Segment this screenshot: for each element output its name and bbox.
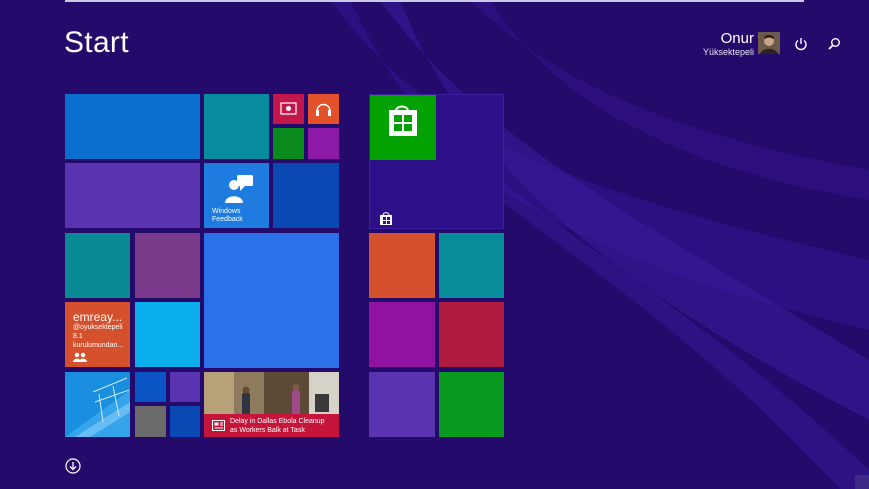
news-headline: Delay in Dallas Ebola Cleanup as Workers… [230, 417, 325, 435]
tile-mauve[interactable] [135, 233, 200, 298]
news-icon [212, 420, 225, 431]
search-icon[interactable] [826, 36, 842, 52]
people-line-2: 8.1 [73, 333, 83, 340]
video-icon [280, 102, 297, 115]
tile-video[interactable] [273, 94, 304, 124]
store-icon [389, 105, 417, 136]
tile-magenta[interactable] [369, 302, 435, 367]
tile-label-line1: Windows [212, 208, 241, 215]
tile-green[interactable] [439, 372, 504, 437]
people-contact-name: emreay... [73, 310, 123, 324]
tile-cyan[interactable] [135, 302, 200, 367]
desktop-wallpaper-image [65, 372, 130, 437]
scrollbar-corner[interactable] [855, 475, 869, 489]
people-icon [73, 352, 87, 362]
user-last-name[interactable]: Yüksektepeli [703, 47, 754, 57]
tile-crimson[interactable] [439, 302, 504, 367]
tile-teal-2[interactable] [65, 233, 130, 298]
tile-store-group[interactable] [369, 94, 504, 229]
top-scroll-indicator [65, 0, 804, 2]
tile-wide-purple[interactable] [65, 163, 200, 228]
tile-teal-3[interactable] [439, 233, 504, 298]
people-line-3: kurulumundan... [73, 342, 124, 349]
store-badge-icon [380, 212, 392, 225]
tile-news[interactable]: Delay in Dallas Ebola Cleanup as Workers… [204, 372, 339, 437]
tile-desktop[interactable] [65, 372, 130, 437]
tile-small-violet[interactable] [170, 372, 200, 402]
tile-small-gray[interactable] [135, 406, 166, 437]
user-avatar[interactable] [758, 32, 780, 54]
tile-label-line2: Feedback [212, 216, 243, 223]
tile-store[interactable] [370, 95, 436, 160]
tile-teal[interactable] [204, 94, 269, 159]
power-icon[interactable] [793, 36, 809, 52]
tile-small-blue[interactable] [135, 372, 166, 402]
news-caption: Delay in Dallas Ebola Cleanup as Workers… [204, 414, 339, 437]
news-headline-line2: as Workers Balk at Task [230, 427, 305, 434]
news-headline-line1: Delay in Dallas Ebola Cleanup [230, 418, 325, 425]
tile-small-purple[interactable] [308, 128, 339, 159]
tile-windows-feedback[interactable]: Windows Feedback [204, 163, 269, 228]
tile-wide-blue[interactable] [65, 94, 200, 159]
tile-dark-blue[interactable] [273, 163, 339, 228]
headphones-icon [316, 103, 331, 116]
tile-people[interactable]: emreay... @oyuksektepeli 8.1 kurulumunda… [65, 302, 130, 367]
tile-orange[interactable] [369, 233, 435, 298]
tile-small-green[interactable] [273, 128, 304, 159]
tile-large-blue[interactable] [204, 233, 339, 368]
tile-label-windows-feedback: Windows Feedback [212, 208, 243, 224]
user-first-name[interactable]: Onur [721, 30, 754, 47]
people-line-1: @oyuksektepeli [73, 324, 123, 331]
arrow-down-circle-icon[interactable] [65, 458, 81, 474]
tile-music[interactable] [308, 94, 339, 124]
tile-small-navy[interactable] [170, 406, 200, 437]
page-title: Start [64, 26, 129, 59]
tile-violet-2[interactable] [369, 372, 435, 437]
news-photo [204, 372, 339, 414]
